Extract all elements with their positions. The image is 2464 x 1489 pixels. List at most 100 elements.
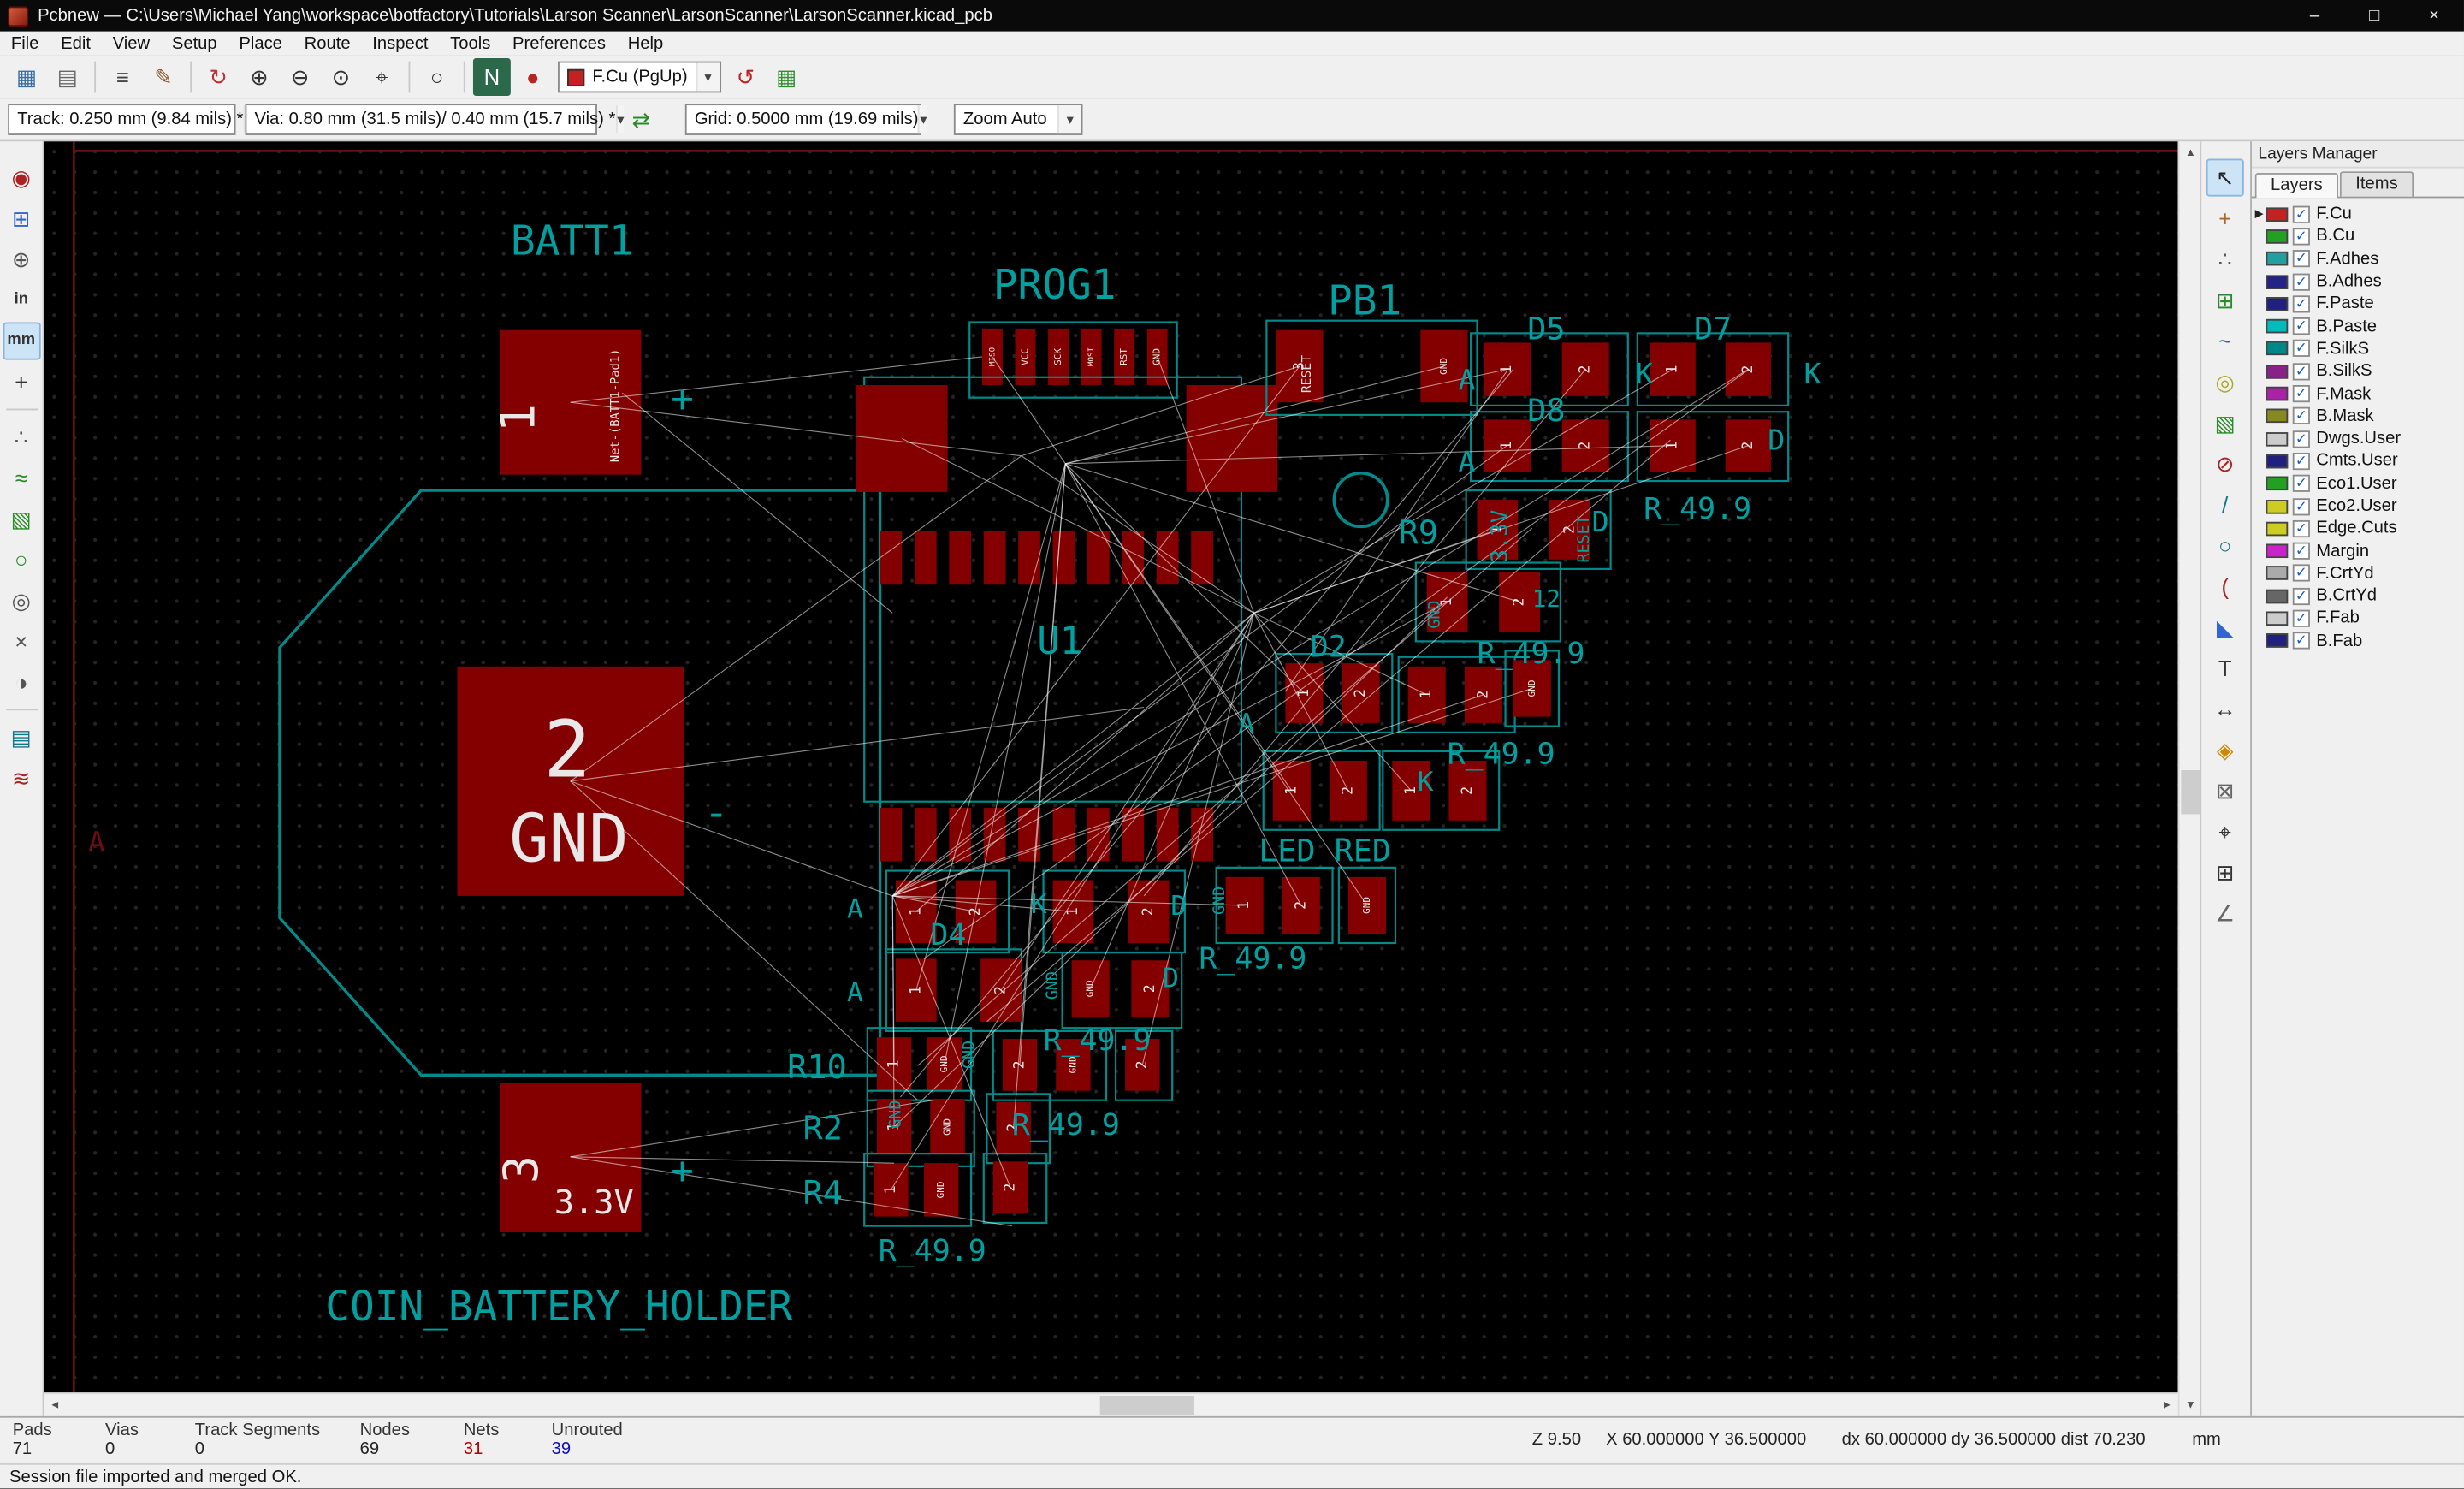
add-zone-icon[interactable]: ▧ (2206, 404, 2244, 442)
pcb-label[interactable]: D5 (1527, 311, 1565, 347)
layer-row-f-paste[interactable]: ✓F.Paste (2252, 293, 2464, 315)
layer-visibility-checkbox[interactable]: ✓ (2293, 453, 2310, 470)
pcb-label[interactable]: GND (961, 1041, 979, 1069)
minimize-button[interactable]: – (2285, 0, 2345, 32)
pcb-label[interactable]: U1 (1037, 620, 1082, 663)
add-dimension-icon[interactable]: ↔ (2206, 690, 2244, 727)
track-sketch-icon[interactable]: × (3, 622, 40, 660)
zoom-out-icon[interactable]: ⊖ (281, 58, 319, 96)
plot-icon[interactable]: ✎ (145, 58, 182, 96)
add-footprint-icon[interactable]: ⊞ (2206, 282, 2244, 319)
add-text-icon[interactable]: T (2206, 650, 2244, 687)
layer-row-b-crtyd[interactable]: ✓B.CrtYd (2252, 584, 2464, 607)
units-mm-icon[interactable]: mm (3, 323, 40, 360)
pcb-label[interactable]: K (1636, 357, 1653, 390)
menu-item-inspect[interactable]: Inspect (361, 32, 439, 56)
layer-visibility-checkbox[interactable]: ✓ (2293, 205, 2310, 222)
pcb-label[interactable]: 3.3V (1487, 510, 1513, 563)
menu-item-help[interactable]: Help (617, 32, 674, 56)
layer-visibility-checkbox[interactable]: ✓ (2293, 250, 2310, 267)
layer-visibility-checkbox[interactable]: ✓ (2293, 587, 2310, 604)
pcb-label[interactable]: D (1768, 423, 1785, 456)
pcb-label[interactable]: D7 (1694, 311, 1732, 347)
horizontal-scroll-thumb[interactable] (1100, 1396, 1194, 1415)
drc-toggle-icon[interactable]: ◉ (3, 159, 40, 197)
ratsnest-visibility-icon[interactable]: ∴ (3, 418, 40, 456)
pcb-label[interactable]: + (671, 377, 694, 421)
via-size-select[interactable]: Via: 0.80 mm (31.5 mils)/ 0.40 mm (15.7 … (246, 104, 597, 135)
pcb-label[interactable]: K (1031, 889, 1047, 920)
layer-visibility-checkbox[interactable]: ✓ (2293, 407, 2310, 424)
layer-row-b-cu[interactable]: ✓B.Cu (2252, 225, 2464, 247)
layer-visibility-checkbox[interactable]: ✓ (2293, 295, 2310, 312)
pad-sketch-icon[interactable]: ○ (3, 541, 40, 578)
grid-origin-icon[interactable]: ⊞ (2206, 853, 2244, 891)
layer-row-margin[interactable]: ✓Margin (2252, 540, 2464, 562)
layer-visibility-checkbox[interactable]: ✓ (2293, 430, 2310, 448)
layer-visibility-checkbox[interactable]: ✓ (2293, 475, 2310, 492)
pcb-label[interactable]: RESET (1300, 355, 1314, 393)
pcb-label[interactable]: R4 (803, 1174, 843, 1213)
pcb-label[interactable]: A (1458, 445, 1475, 478)
horizontal-scrollbar[interactable]: ◄ ► (44, 1392, 2177, 1416)
layer-row-f-cu[interactable]: ▶✓F.Cu (2252, 203, 2464, 225)
pcb-pad[interactable] (880, 531, 903, 584)
layer-row-f-mask[interactable]: ✓F.Mask (2252, 383, 2464, 405)
menu-item-view[interactable]: View (102, 32, 161, 56)
microwave-tools-icon[interactable]: ≋ (3, 759, 40, 797)
layer-row-b-adhes[interactable]: ✓B.Adhes (2252, 270, 2464, 293)
pcb-pad[interactable] (1187, 385, 1278, 492)
layer-row-b-mask[interactable]: ✓B.Mask (2252, 405, 2464, 427)
select-tool-icon[interactable]: ↖ (2206, 159, 2244, 197)
pcb-label[interactable]: A (1458, 364, 1475, 397)
add-keepout-icon[interactable]: ⊘ (2206, 445, 2244, 483)
add-line-icon[interactable]: / (2206, 486, 2244, 524)
pcb-label[interactable]: R_49.9 (879, 1234, 986, 1268)
layer-row-b-fab[interactable]: ✓B.Fab (2252, 630, 2464, 652)
layer-visibility-checkbox[interactable]: ✓ (2293, 317, 2310, 335)
track-width-select[interactable]: Track: 0.250 mm (9.84 mils) * ▾ (8, 104, 235, 135)
pcb-label[interactable]: A (1238, 709, 1254, 739)
print-icon[interactable]: ≡ (104, 58, 141, 96)
pcb-label[interactable]: GND (886, 1100, 904, 1129)
layer-visibility-checkbox[interactable]: ✓ (2293, 497, 2310, 514)
redraw-icon[interactable]: ↻ (199, 58, 237, 96)
pcb-label[interactable]: R_49.9 (1448, 738, 1555, 772)
vertical-scrollbar[interactable]: ▲ ▼ (2178, 141, 2200, 1416)
menu-item-file[interactable]: File (0, 32, 50, 56)
pcb-label[interactable]: D (1163, 963, 1179, 994)
add-via-icon[interactable]: ◎ (2206, 363, 2244, 400)
grid-toggle-icon[interactable]: ⊞ (3, 199, 40, 237)
pcb-label[interactable]: RESET (1575, 515, 1593, 562)
layer-row-cmts-user[interactable]: ✓Cmts.User (2252, 450, 2464, 472)
pcb-pad[interactable] (915, 531, 937, 584)
pcb-label[interactable]: D (1592, 505, 1609, 538)
layer-visibility-checkbox[interactable]: ✓ (2293, 610, 2310, 627)
layer-row-b-paste[interactable]: ✓B.Paste (2252, 315, 2464, 337)
pcb-label[interactable]: PROG1 (993, 262, 1116, 309)
layer-row-f-silks[interactable]: ✓F.SilkS (2252, 337, 2464, 359)
layer-visibility-checkbox[interactable]: ✓ (2293, 273, 2310, 290)
zoom-selection-icon[interactable]: ⌖ (363, 58, 400, 96)
pcb-label[interactable]: K (1418, 767, 1434, 798)
drc-icon[interactable]: ● (514, 58, 552, 96)
save-icon[interactable]: ▦ (8, 58, 45, 96)
pcb-label[interactable]: D4 (930, 918, 966, 952)
pcb-label[interactable]: D8 (1527, 392, 1565, 429)
pcb-drawing[interactable]: AMISOVCCSCKMOSIRSTGND3GND121212121212121… (44, 141, 2177, 1392)
scroll-right-arrow-icon[interactable]: ► (2156, 1394, 2178, 1418)
tab-layers[interactable]: Layers (2255, 173, 2338, 198)
layer-visibility-checkbox[interactable]: ✓ (2293, 363, 2310, 380)
menu-item-edit[interactable]: Edit (50, 32, 102, 56)
units-inch-icon[interactable]: in (3, 282, 40, 319)
pcb-label[interactable]: R2 (803, 1110, 843, 1148)
pcb-label[interactable]: R9 (1399, 513, 1438, 552)
pcb-label[interactable]: BATT1 (511, 218, 634, 265)
pcb-label[interactable]: R_49.9 (1477, 637, 1584, 671)
layer-visibility-checkbox[interactable]: ✓ (2293, 385, 2310, 402)
scroll-down-arrow-icon[interactable]: ▼ (2180, 1394, 2202, 1416)
layer-row-dwgs-user[interactable]: ✓Dwgs.User (2252, 428, 2464, 450)
measure-icon[interactable]: ∠ (2206, 894, 2244, 932)
via-sketch-icon[interactable]: ◎ (3, 582, 40, 620)
netlist-icon[interactable]: N (473, 58, 511, 96)
